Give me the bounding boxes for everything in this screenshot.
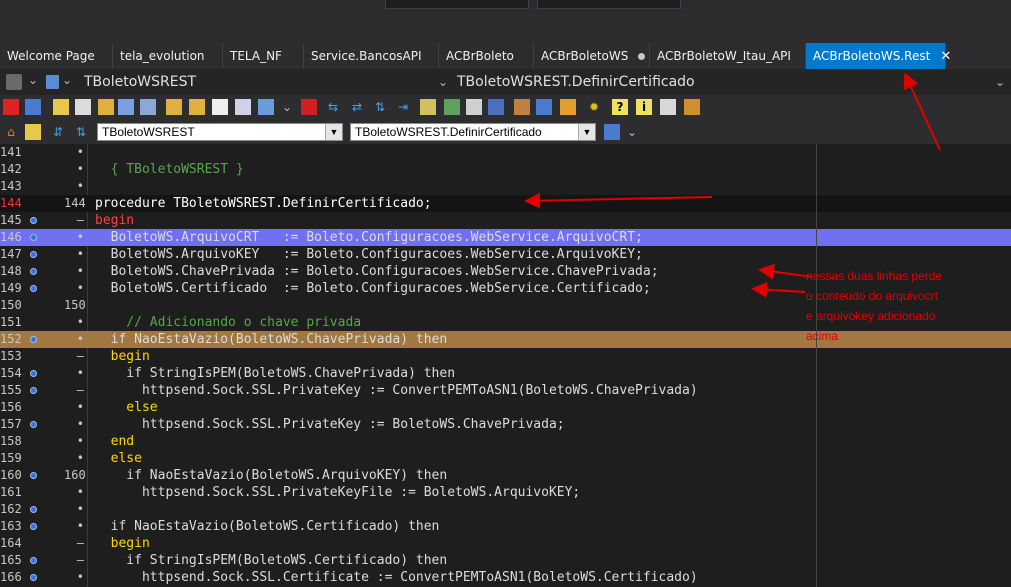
arrow-to-tab <box>903 72 941 151</box>
arrow-to-procedure <box>524 192 713 209</box>
arrow-to-line-148 <box>758 263 813 280</box>
annotation-arrows <box>524 72 941 298</box>
arrow-to-line-149 <box>751 281 806 298</box>
